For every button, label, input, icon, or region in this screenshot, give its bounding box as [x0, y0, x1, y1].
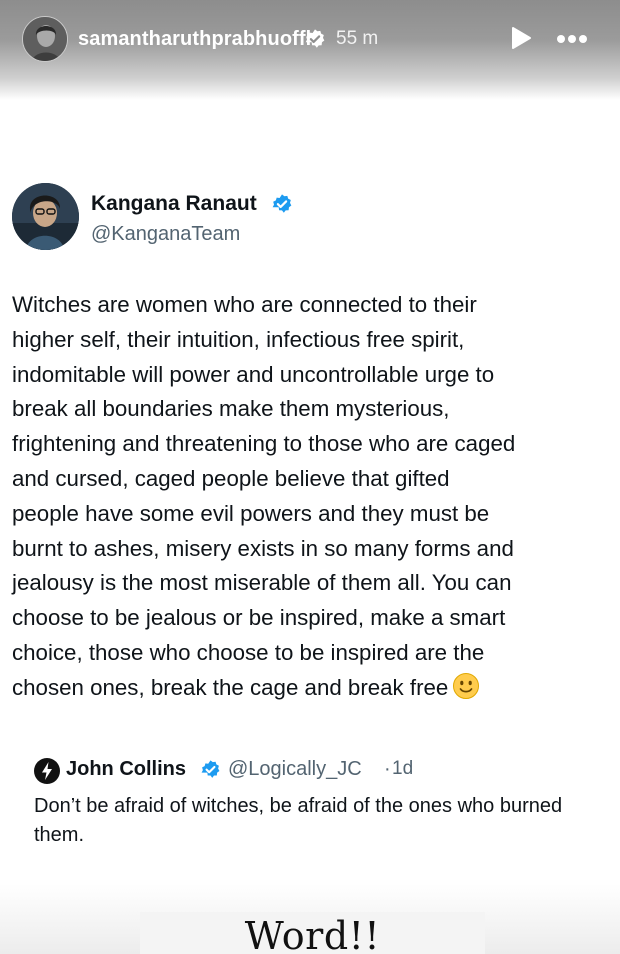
story-time: 55 m [336, 28, 379, 49]
verified-badge-icon [272, 194, 292, 213]
quoted-handle[interactable]: @Logically_JC [228, 758, 362, 781]
avatar-photo [23, 17, 67, 61]
quoted-tweet-card[interactable]: John Collins @Logically_JC · 1d Don’t be… [12, 738, 612, 864]
story-caption-box: Word!! [140, 912, 485, 954]
lightning-logo-icon [34, 758, 60, 784]
quoted-author-name[interactable]: John Collins [66, 758, 186, 781]
story-avatar[interactable] [22, 16, 68, 62]
play-icon[interactable] [510, 26, 532, 50]
tweet-text: Witches are women who are connected to t… [12, 288, 612, 706]
quoted-separator: · [384, 758, 391, 780]
slightly-smiling-face-icon [453, 672, 480, 699]
story-username[interactable]: samantharuthprabhuoffl [78, 28, 311, 51]
tweet-author-name[interactable]: Kangana Ranaut [91, 192, 257, 216]
tweet-avatar[interactable] [12, 183, 79, 250]
quoted-tweet-text: Don’t be afraid of witches, be afraid of… [34, 795, 563, 846]
verified-badge-icon [305, 29, 325, 48]
tweet-handle[interactable]: @KanganaTeam [91, 223, 240, 246]
verified-badge-icon [201, 760, 220, 778]
story-caption: Word!! [244, 914, 381, 954]
more-options-icon[interactable] [556, 34, 588, 44]
quoted-age: 1d [392, 758, 414, 779]
tweet-text-content: Witches are women who are connected to t… [12, 292, 516, 700]
author-photo [12, 183, 79, 250]
story-header: samantharuthprabhuoffl 55 m [0, 0, 620, 100]
